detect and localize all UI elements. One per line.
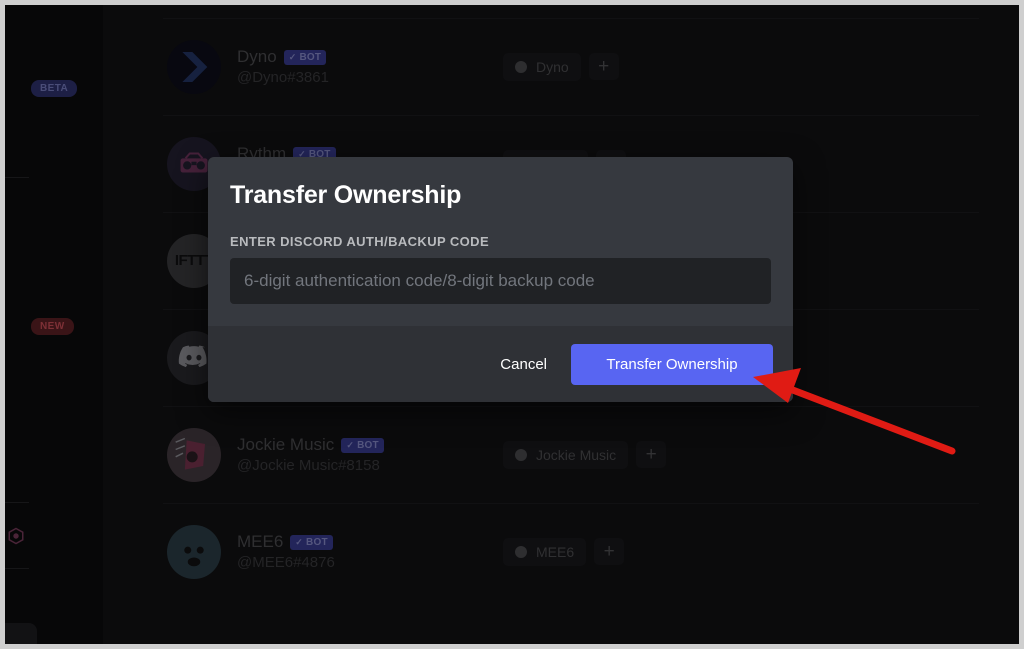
bot-badge: ✓BOT [341,437,384,453]
role-name: Dyno [536,58,569,75]
row-divider [163,115,979,116]
role-pill[interactable]: Dyno [503,52,581,81]
check-icon: ✓ [346,439,355,450]
settings-sidebar[interactable]: BETA NEW ne us T [5,5,103,644]
table-row[interactable]: Dyno ✓ BOT @Dyno#3861 Dyno + [103,18,1019,115]
avatar[interactable] [167,427,221,482]
bot-badge: ✓BOT [290,534,333,550]
role-pill[interactable]: MEE6 [503,537,587,566]
member-name: Jockie Music [237,435,335,454]
table-row[interactable]: MEE6 ✓ BOT @MEE6#4876 MEE6 + [103,503,1019,600]
member-identity: Jockie Music ✓ BOT @Jockie Music#8158 [237,435,384,474]
modal-body: Transfer Ownership ENTER DISCORD AUTH/BA… [208,157,793,326]
transfer-ownership-button[interactable]: Transfer Ownership [571,343,773,385]
row-divider [163,406,979,407]
member-roles: Jockie Music + [503,440,667,469]
role-pill[interactable]: Jockie Music [503,440,629,469]
add-role-button[interactable]: + [588,53,619,80]
discord-app-window: BETA NEW ne us T ClearerBot✓BOT@Cleare [5,5,1019,644]
table-row[interactable]: ClearerBot✓BOT@ClearerBot#9130ClearerBot… [103,5,1019,18]
member-identity: MEE6 ✓ BOT @MEE6#4876 [237,532,335,571]
row-divider [163,503,979,504]
sidebar-divider [5,502,29,503]
sidebar-bottom-panel[interactable] [5,623,37,644]
member-handle: @MEE6#4876 [237,554,335,571]
sidebar-badge-new: NEW [31,318,74,335]
transfer-ownership-modal: Transfer Ownership ENTER DISCORD AUTH/BA… [208,157,793,402]
screenshot-frame: BETA NEW ne us T ClearerBot✓BOT@Cleare [0,0,1024,649]
row-divider [163,18,979,19]
check-icon: ✓ [295,536,304,547]
cancel-button[interactable]: Cancel [482,346,565,383]
add-role-button[interactable]: + [594,538,625,565]
sidebar-divider [5,568,29,569]
member-handle: @Dyno#3861 [237,69,329,86]
member-handle: @Jockie Music#8158 [237,457,380,474]
member-name: Dyno [237,47,277,66]
member-roles: MEE6 + [503,537,625,566]
auth-code-input[interactable] [230,258,771,304]
table-row[interactable]: Jockie Music ✓ BOT @Jockie Music#8158 Jockie… [103,406,1019,503]
modal-title: Transfer Ownership [230,181,462,209]
gem-icon [7,527,25,545]
member-name: MEE6 [237,532,284,551]
auth-code-label: ENTER DISCORD AUTH/BACKUP CODE [230,234,490,249]
bot-badge: ✓BOT [283,49,327,65]
modal-footer: Cancel Transfer Ownership [208,326,793,402]
add-role-button[interactable]: + [636,441,667,468]
role-color-dot [515,448,527,461]
role-color-dot [515,545,527,558]
role-name: MEE6 [536,543,575,560]
avatar[interactable] [167,39,221,94]
role-color-dot [515,60,527,73]
sidebar-divider [5,177,29,178]
avatar[interactable] [167,524,221,579]
member-identity: Dyno ✓ BOT @Dyno#3861 [237,47,329,86]
sidebar-badge-beta: BETA [31,80,78,97]
check-icon: ✓ [288,51,297,62]
member-roles: Dyno + [503,52,619,81]
role-name: Jockie Music [536,446,617,463]
